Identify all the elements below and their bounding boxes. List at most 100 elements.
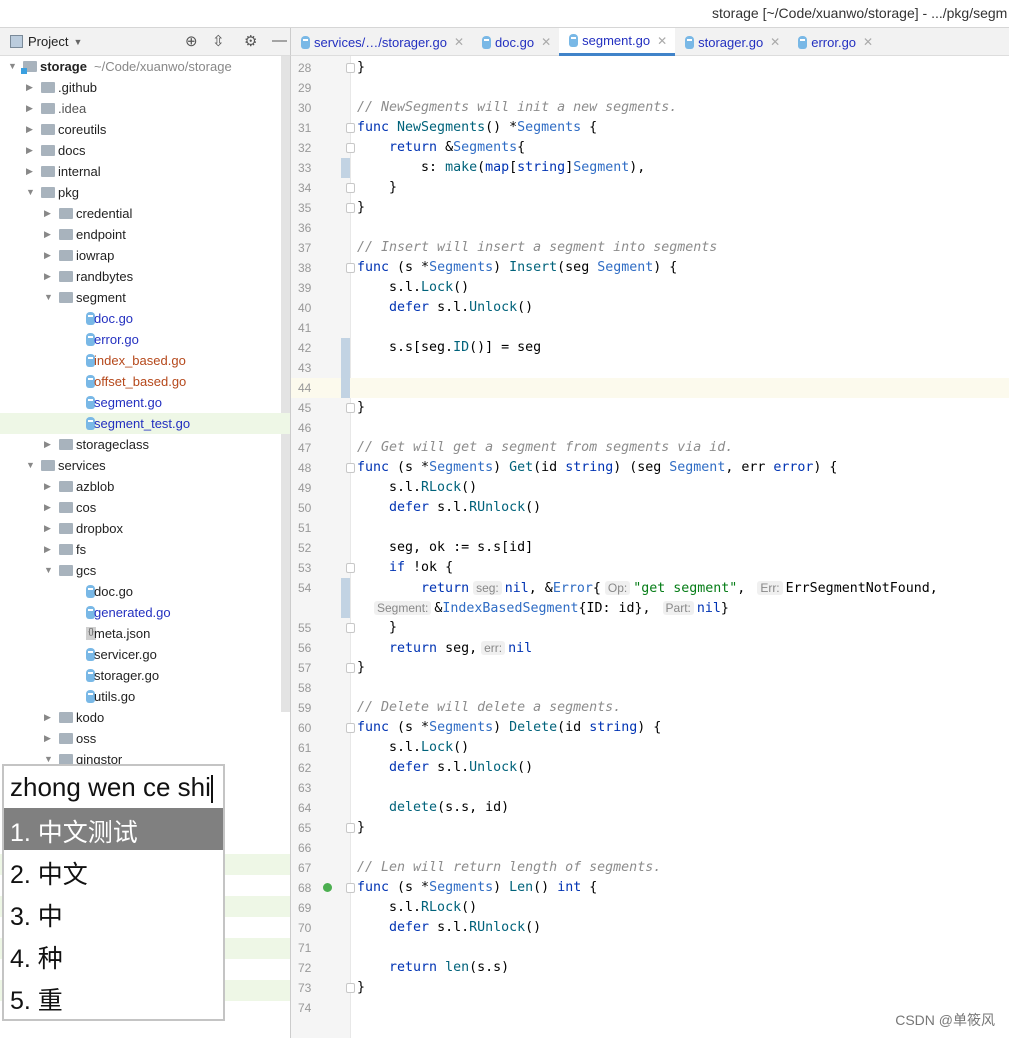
fold-marker[interactable]: [346, 63, 355, 73]
fold-marker[interactable]: [346, 203, 355, 213]
code-line[interactable]: 33 s: make(map[string]Segment),: [291, 158, 1009, 178]
ime-candidate[interactable]: 5. 重: [4, 976, 223, 1018]
tree-item-iowrap[interactable]: ▶ iowrap: [0, 245, 290, 266]
code-line[interactable]: 66: [291, 838, 1009, 858]
fold-marker[interactable]: [346, 403, 355, 413]
tab-storager-go[interactable]: storager.go ✕: [675, 28, 788, 56]
tree-item-azblob[interactable]: ▶ azblob: [0, 476, 290, 497]
locate-icon[interactable]: ⊕: [185, 32, 198, 50]
tree-item-gcs[interactable]: ▼ gcs: [0, 560, 290, 581]
code-line[interactable]: 69 s.l.RLock(): [291, 898, 1009, 918]
chevron-right-icon[interactable]: ▶: [44, 544, 51, 555]
code-line[interactable]: 30 // NewSegments will init a new segment…: [291, 98, 1009, 118]
tree-item-services[interactable]: ▼ services: [0, 455, 290, 476]
code-line[interactable]: 60 func (s *Segments) Delete(id string) {: [291, 718, 1009, 738]
fold-marker[interactable]: [346, 183, 355, 193]
code-line[interactable]: 68 func (s *Segments) Len() int {: [291, 878, 1009, 898]
code-line[interactable]: 55 }: [291, 618, 1009, 638]
code-line[interactable]: 34 }: [291, 178, 1009, 198]
code-editor[interactable]: 28} 29 30 // NewSegments will init a new se…: [291, 56, 1009, 1038]
code-line[interactable]: 54 return seg: nil, &Error{Op: "get segment…: [291, 578, 1009, 598]
close-icon[interactable]: ✕: [657, 34, 667, 48]
chevron-down-icon[interactable]: ▼: [44, 565, 53, 575]
close-icon[interactable]: ✕: [454, 35, 464, 49]
chevron-down-icon[interactable]: ▼: [26, 460, 35, 470]
code-line[interactable]: 32 return &Segments{: [291, 138, 1009, 158]
code-line[interactable]: 58: [291, 678, 1009, 698]
tree-item-storager.go[interactable]: storager.go: [0, 665, 290, 686]
tree-item-error.go[interactable]: error.go: [0, 329, 290, 350]
change-marker[interactable]: [341, 378, 350, 398]
change-marker[interactable]: [341, 358, 350, 378]
chevron-down-icon[interactable]: ▼: [44, 754, 53, 764]
code-line[interactable]: 72 return len(s.s): [291, 958, 1009, 978]
tree-item-segment[interactable]: ▼ segment: [0, 287, 290, 308]
code-line[interactable]: 46: [291, 418, 1009, 438]
chevron-right-icon[interactable]: ▶: [26, 166, 33, 177]
tree-item-endpoint[interactable]: ▶ endpoint: [0, 224, 290, 245]
code-line[interactable]: 45}: [291, 398, 1009, 418]
code-line[interactable]: 65}: [291, 818, 1009, 838]
change-marker[interactable]: [341, 338, 350, 358]
ime-candidate[interactable]: 3. 中: [4, 892, 223, 934]
tree-item-doc.go[interactable]: doc.go: [0, 308, 290, 329]
chevron-right-icon[interactable]: ▶: [44, 229, 51, 240]
ime-candidate[interactable]: 2. 中文: [4, 850, 223, 892]
tree-item-meta.json[interactable]: {} meta.json: [0, 623, 290, 644]
tree-item-fs[interactable]: ▶ fs: [0, 539, 290, 560]
tree-item-.github[interactable]: ▶ .github: [0, 77, 290, 98]
fold-marker[interactable]: [346, 823, 355, 833]
code-line[interactable]: 63: [291, 778, 1009, 798]
code-line[interactable]: 51: [291, 518, 1009, 538]
collapse-all-icon[interactable]: ⇳: [212, 32, 225, 50]
code-line[interactable]: 43: [291, 358, 1009, 378]
tree-item-utils.go[interactable]: utils.go: [0, 686, 290, 707]
minimize-icon[interactable]: —: [272, 32, 287, 49]
tab-error-go[interactable]: error.go ✕: [788, 28, 881, 56]
tree-item-pkg[interactable]: ▼ pkg: [0, 182, 290, 203]
chevron-right-icon[interactable]: ▶: [44, 208, 51, 219]
tree-item-oss[interactable]: ▶ oss: [0, 728, 290, 749]
close-icon[interactable]: ✕: [863, 35, 873, 49]
tree-item-dropbox[interactable]: ▶ dropbox: [0, 518, 290, 539]
code-line[interactable]: 61 s.l.Lock(): [291, 738, 1009, 758]
chevron-right-icon[interactable]: ▶: [26, 82, 33, 93]
fold-marker[interactable]: [346, 123, 355, 133]
chevron-right-icon[interactable]: ▶: [44, 502, 51, 513]
ime-input[interactable]: zhong wen ce shi: [4, 766, 223, 808]
code-line[interactable]: 49 s.l.RLock(): [291, 478, 1009, 498]
tree-item-storageclass[interactable]: ▶ storageclass: [0, 434, 290, 455]
fold-marker[interactable]: [346, 623, 355, 633]
code-line[interactable]: 37 // Insert will insert a segment into s…: [291, 238, 1009, 258]
chevron-right-icon[interactable]: ▶: [44, 712, 51, 723]
change-marker[interactable]: [341, 578, 350, 598]
code-line[interactable]: 31 func NewSegments() *Segments {: [291, 118, 1009, 138]
code-line[interactable]: 62 defer s.l.Unlock(): [291, 758, 1009, 778]
code-line[interactable]: 40 defer s.l.Unlock(): [291, 298, 1009, 318]
chevron-right-icon[interactable]: ▶: [44, 250, 51, 261]
code-line[interactable]: 47 // Get will get a segment from segment…: [291, 438, 1009, 458]
tree-item-doc.go[interactable]: doc.go: [0, 581, 290, 602]
tree-item-servicer.go[interactable]: servicer.go: [0, 644, 290, 665]
tree-item-cos[interactable]: ▶ cos: [0, 497, 290, 518]
fold-marker[interactable]: [346, 263, 355, 273]
fold-marker[interactable]: [346, 983, 355, 993]
code-line[interactable]: 59 // Delete will delete a segments.: [291, 698, 1009, 718]
tree-item-segment.go[interactable]: segment.go: [0, 392, 290, 413]
run-test-icon[interactable]: [323, 883, 332, 892]
code-line[interactable]: 52 seg, ok := s.s[id]: [291, 538, 1009, 558]
chevron-right-icon[interactable]: ▶: [44, 733, 51, 744]
chevron-down-icon[interactable]: ▼: [8, 61, 17, 71]
tree-item-segment_test.go[interactable]: segment_test.go: [0, 413, 290, 434]
code-line[interactable]: Segment: &IndexBasedSegment{ID: id}, Part…: [291, 598, 1009, 618]
chevron-right-icon[interactable]: ▶: [26, 145, 33, 156]
fold-marker[interactable]: [346, 143, 355, 153]
tree-item-storage[interactable]: ▼ storage ~/Code/xuanwo/storage: [0, 56, 290, 77]
code-line[interactable]: 29: [291, 78, 1009, 98]
code-line[interactable]: 42 s.s[seg.ID()] = seg: [291, 338, 1009, 358]
tree-item-.idea[interactable]: ▶ .idea: [0, 98, 290, 119]
tree-item-index_based.go[interactable]: index_based.go: [0, 350, 290, 371]
code-line[interactable]: 64 delete(s.s, id): [291, 798, 1009, 818]
code-line[interactable]: 53 if !ok {: [291, 558, 1009, 578]
code-line[interactable]: 48 func (s *Segments) Get(id string) (seg…: [291, 458, 1009, 478]
